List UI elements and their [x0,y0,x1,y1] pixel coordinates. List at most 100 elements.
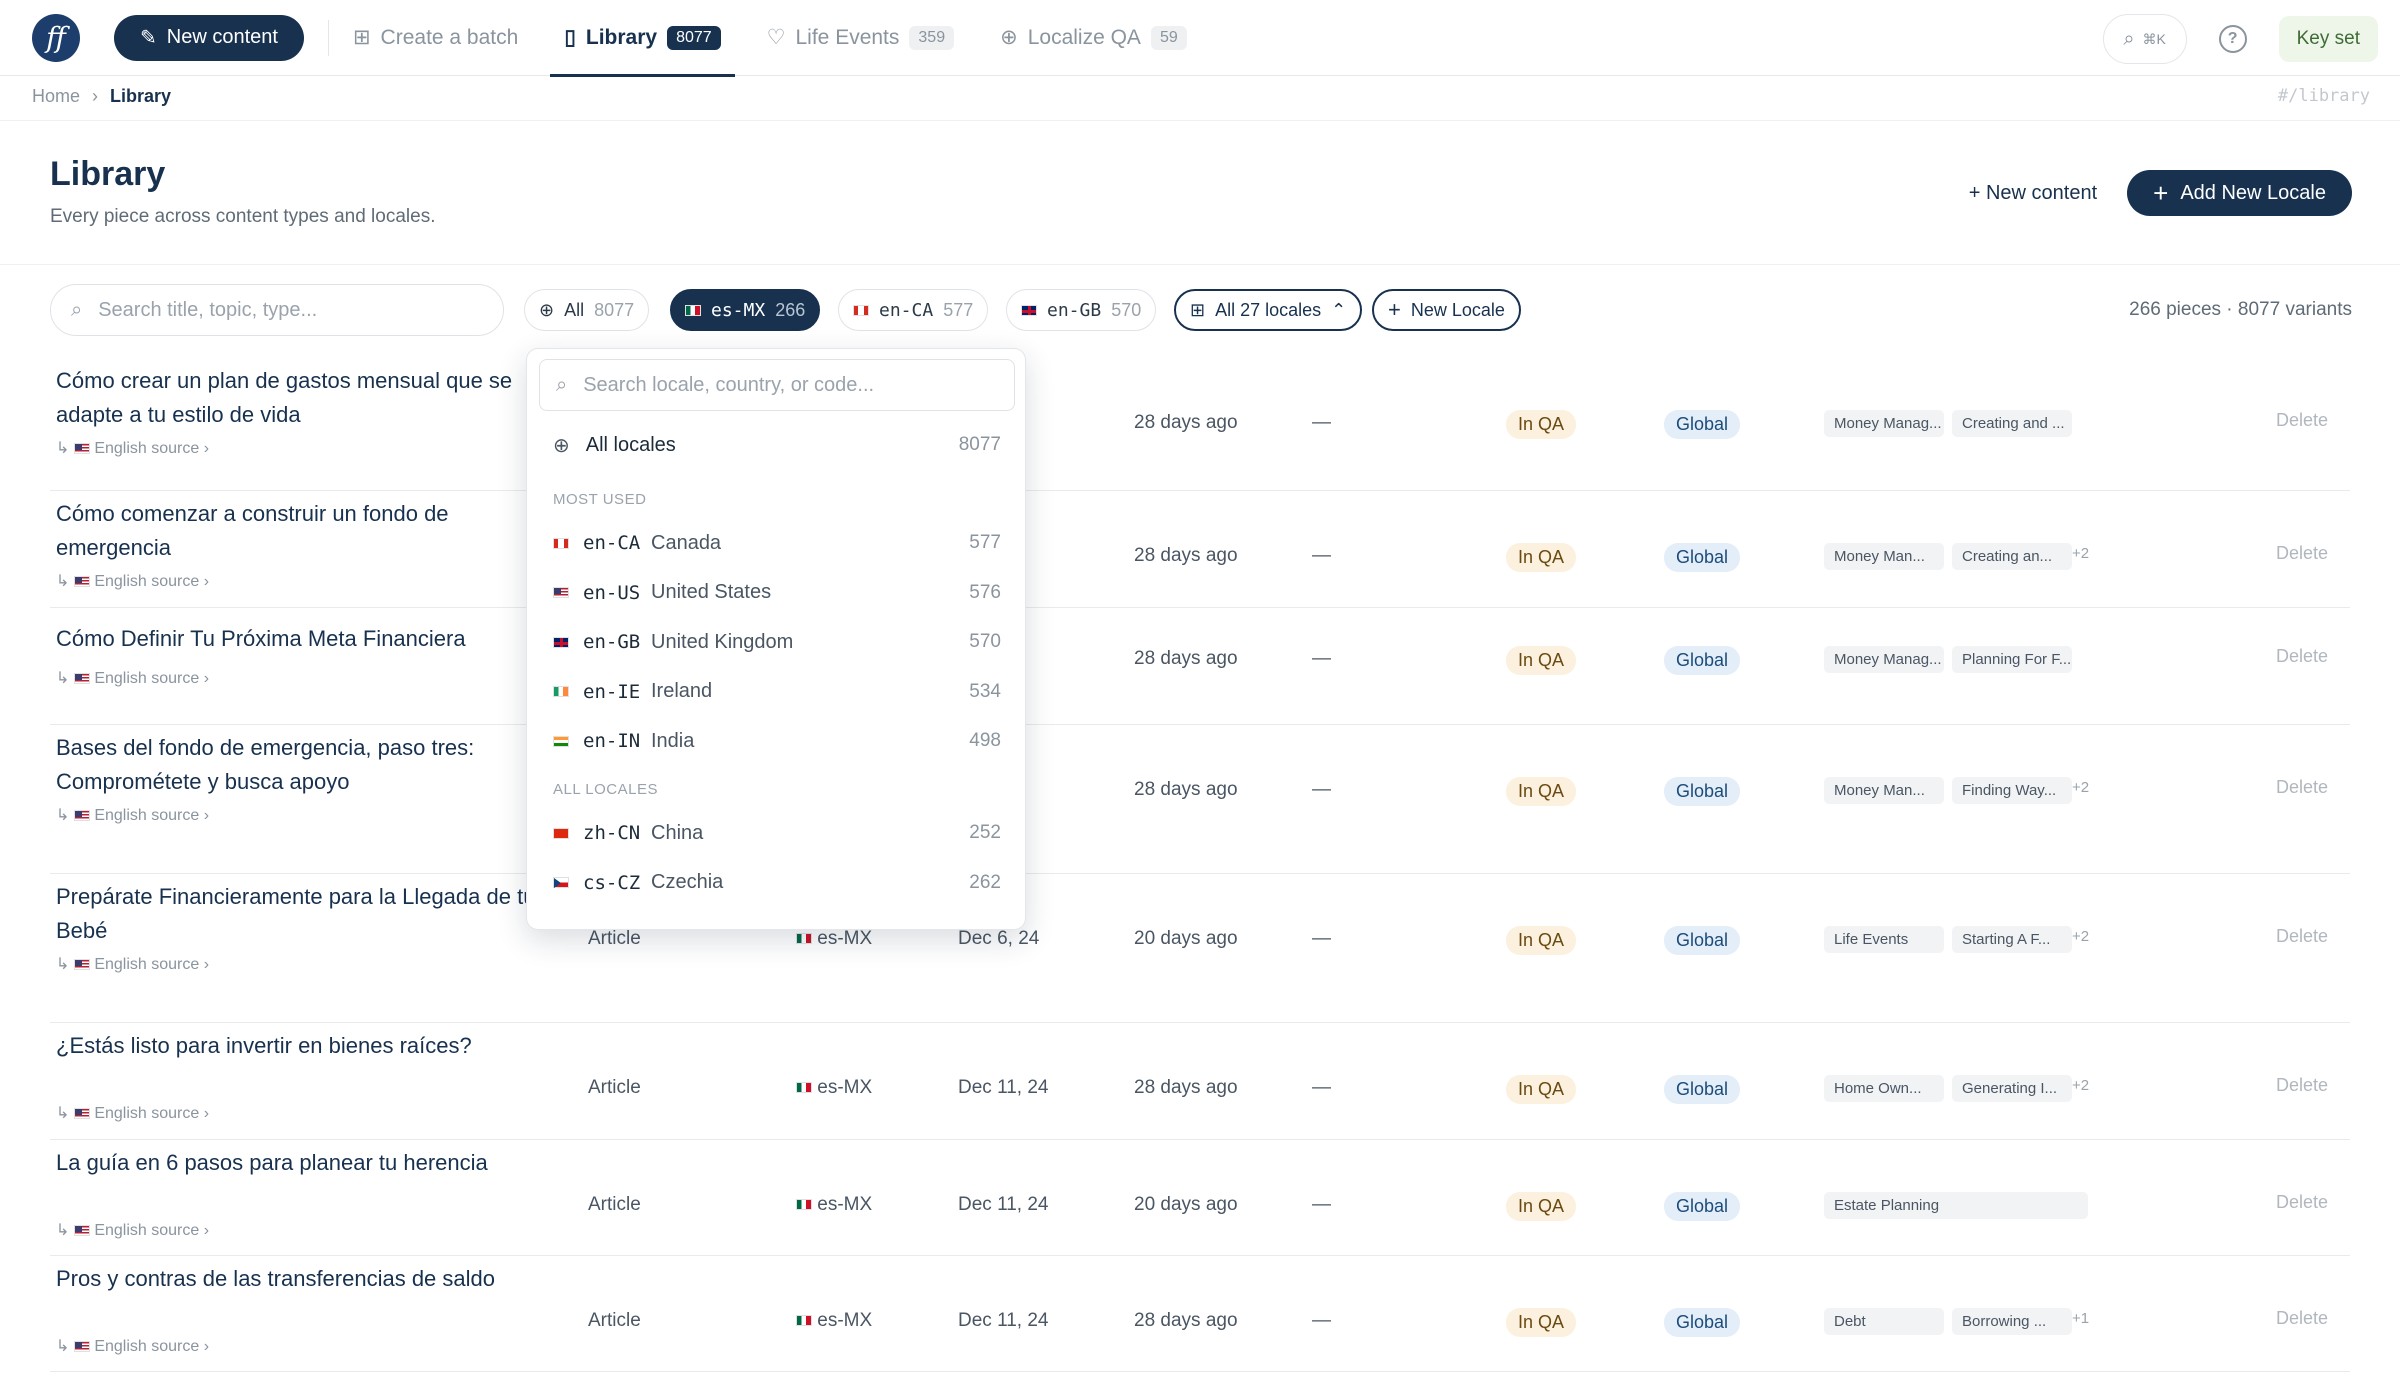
row-type: Article [588,1310,641,1331]
all-locales-dropdown-toggle[interactable]: ⊞ All 27 locales ⌃ [1174,289,1363,331]
english-source-link[interactable]: ↳ English source › [56,571,209,591]
delete-button[interactable]: Delete [2276,1192,2328,1213]
table-row[interactable]: Prepárate Financieramente para la Llegad… [50,874,2350,1023]
nav-library[interactable]: ▯ Library 8077 [550,0,736,77]
add-new-locale-button[interactable]: + Add New Locale [2127,170,2352,216]
row-title[interactable]: Bases del fondo de emergencia, paso tres… [56,731,536,799]
row-updated: 20 days ago [1134,1194,1238,1215]
heart-icon: ♡ [766,26,786,49]
nav-life-events[interactable]: ♡ Life Events 359 [766,0,955,76]
row-title[interactable]: Pros y contras de las transferencias de … [56,1262,536,1296]
country-name: United States [651,581,772,603]
table-row[interactable]: Pros y contras de las transferencias de … [50,1256,2350,1372]
row-dash: — [1312,1077,1331,1098]
row-title[interactable]: Cómo comenzar a construir un fondo de em… [56,497,536,565]
return-arrow-icon: ↳ [56,440,70,457]
locale-code: es-MX [817,1310,873,1331]
return-arrow-icon: ↳ [56,956,70,973]
key-status-badge[interactable]: Key set [2278,16,2378,62]
delete-button[interactable]: Delete [2276,926,2328,947]
nav-divider [327,19,329,56]
locale-search-input[interactable] [581,372,982,398]
globe-icon: ⊕ [1000,26,1018,49]
row-title[interactable]: La guía en 6 pasos para planear tu heren… [56,1146,536,1180]
return-arrow-icon: ↳ [56,1105,70,1122]
more-tags-count[interactable]: +2 [2072,779,2089,796]
logo[interactable]: ff [32,13,80,62]
chip-label: en-CA [879,299,934,321]
topic-tag: Estate Planning [1824,1192,2088,1219]
delete-button[interactable]: Delete [2276,410,2328,431]
row-locale: es-MX [796,1077,872,1099]
locale-option-en-gb[interactable]: en-GB United Kingdom 570 [527,618,1027,666]
flag-icon [553,537,569,549]
topic-tag: Creating an... [1952,543,2072,570]
country-name: Ireland [651,680,713,702]
topic-tag: Money Man... [1824,543,1944,570]
breadcrumb: Home › Library [32,86,171,107]
delete-button[interactable]: Delete [2276,646,2328,667]
breadcrumb-home[interactable]: Home [32,86,80,107]
table-row[interactable]: Cómo comenzar a construir un fondo de em… [50,491,2350,608]
pencil-icon: ✎ [140,27,157,49]
more-tags-count[interactable]: +2 [2072,545,2089,562]
topic-tag: Debt [1824,1308,1944,1335]
table-row[interactable]: La guía en 6 pasos para planear tu heren… [50,1140,2350,1256]
row-updated: 28 days ago [1134,1310,1238,1331]
row-title[interactable]: ¿Estás listo para invertir en bienes raí… [56,1029,536,1063]
row-updated: 28 days ago [1134,545,1238,566]
english-source-link[interactable]: ↳ English source › [56,1336,209,1356]
row-dash: — [1312,928,1331,949]
locale-option-cs-cz[interactable]: cs-CZ Czechia 262 [527,859,1027,907]
table-row[interactable]: Cómo crear un plan de gastos mensual que… [50,358,2350,491]
command-search-button[interactable]: ⌕ ⌘K [2102,14,2187,64]
filter-chip-es-mx[interactable]: es-MX 266 [670,289,821,331]
us-flag-icon [73,959,90,971]
filter-chip-all[interactable]: ⊕ All 8077 [524,289,650,331]
row-updated: 20 days ago [1134,928,1238,949]
more-tags-count[interactable]: +1 [2072,1310,2089,1327]
locale-option-zh-cn[interactable]: zh-CN China 252 [527,809,1027,857]
row-title[interactable]: Cómo Definir Tu Próxima Meta Financiera [56,622,536,656]
delete-button[interactable]: Delete [2276,1075,2328,1096]
locale-option-en-ie[interactable]: en-IE Ireland 534 [527,668,1027,716]
table-row[interactable]: Bases del fondo de emergencia, paso tres… [50,725,2350,874]
more-tags-count[interactable]: +2 [2072,928,2089,945]
locale-dropdown: ⌕ ⊕ All locales 8077 MOST USED en-CA Cana… [526,348,1026,930]
help-icon[interactable]: ? [2218,25,2247,53]
english-source-link[interactable]: ↳ English source › [56,1103,209,1123]
english-source-link[interactable]: ↳ English source › [56,805,209,825]
locale-option-en-in[interactable]: en-IN India 498 [527,717,1027,765]
locale-option-en-ca[interactable]: en-CA Canada 577 [527,519,1027,567]
english-source-link[interactable]: ↳ English source › [56,438,209,458]
chip-label: New Locale [1410,299,1505,320]
row-title[interactable]: Prepárate Financieramente para la Llegad… [56,880,536,948]
more-tags-count[interactable]: +2 [2072,1077,2089,1094]
filter-chip-en-ca[interactable]: en-CA 577 [838,289,989,331]
table-row[interactable]: Cómo Definir Tu Próxima Meta Financiera ↳… [50,608,2350,725]
nav-create-batch[interactable]: ⊞ Create a batch [353,0,518,76]
add-locale-label: Add New Locale [2180,181,2326,204]
topic-tag: Finding Way... [1952,777,2072,804]
nav-localize-qa[interactable]: ⊕ Localize QA 59 [1000,0,1187,76]
mexico-flag-icon [796,1199,812,1211]
new-locale-button[interactable]: + New Locale [1372,289,1521,331]
locale-option-all[interactable]: ⊕ All locales 8077 [527,421,1027,469]
english-source-link[interactable]: ↳ English source › [56,1220,209,1240]
english-source-link[interactable]: ↳ English source › [56,668,209,688]
locale-option-en-us[interactable]: en-US United States 576 [527,569,1027,617]
search-input[interactable] [96,297,457,323]
filter-chip-en-gb[interactable]: en-GB 570 [1006,289,1157,331]
chip-label: en-GB [1047,299,1102,321]
delete-button[interactable]: Delete [2276,1308,2328,1329]
new-content-button[interactable]: ✎ New content [114,14,304,61]
delete-button[interactable]: Delete [2276,543,2328,564]
delete-button[interactable]: Delete [2276,777,2328,798]
row-title[interactable]: Cómo crear un plan de gastos mensual que… [56,364,536,432]
results-summary: 266 pieces · 8077 variants [2129,299,2352,320]
table-row[interactable]: ¿Estás listo para invertir en bienes raí… [50,1023,2350,1140]
status-badge: In QA [1506,1075,1577,1104]
us-flag-icon [73,810,90,822]
english-source-link[interactable]: ↳ English source › [56,954,209,974]
new-content-link[interactable]: + New content [1969,182,2097,205]
